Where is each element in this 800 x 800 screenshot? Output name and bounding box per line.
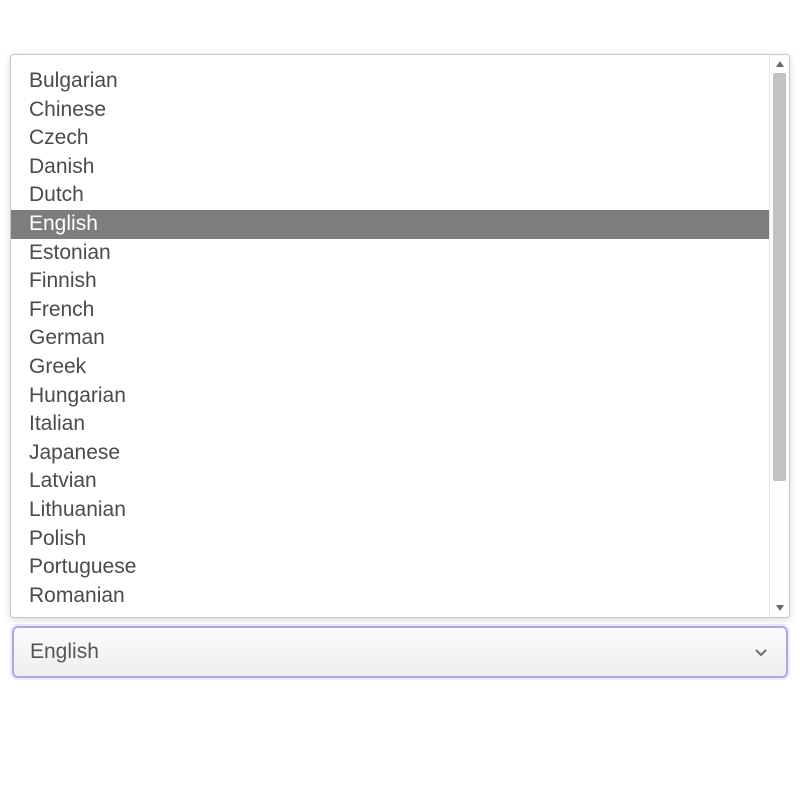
scroll-up-arrow-icon[interactable] xyxy=(770,55,789,73)
language-option[interactable]: Japanese xyxy=(11,439,769,468)
language-option[interactable]: Lithuanian xyxy=(11,496,769,525)
language-dropdown-panel[interactable]: BulgarianChineseCzechDanishDutchEnglishE… xyxy=(10,54,790,618)
language-options-list: BulgarianChineseCzechDanishDutchEnglishE… xyxy=(11,55,769,617)
language-option[interactable]: Greek xyxy=(11,353,769,382)
language-option[interactable]: Dutch xyxy=(11,181,769,210)
scrollbar-thumb[interactable] xyxy=(773,73,786,481)
language-select[interactable]: English xyxy=(12,626,788,678)
language-option[interactable]: Polish xyxy=(11,525,769,554)
language-option[interactable]: German xyxy=(11,324,769,353)
language-option[interactable]: French xyxy=(11,296,769,325)
language-option[interactable]: Estonian xyxy=(11,239,769,268)
language-option[interactable]: Latvian xyxy=(11,467,769,496)
language-option[interactable]: Danish xyxy=(11,153,769,182)
language-option[interactable]: Bulgarian xyxy=(11,67,769,96)
language-option[interactable]: English xyxy=(11,210,769,239)
language-option[interactable]: Italian xyxy=(11,410,769,439)
language-option[interactable]: Romanian xyxy=(11,582,769,611)
language-option[interactable]: Portuguese xyxy=(11,553,769,582)
scroll-down-arrow-icon[interactable] xyxy=(770,599,789,617)
chevron-down-icon xyxy=(752,643,770,661)
language-option[interactable]: Chinese xyxy=(11,96,769,125)
scrollbar-track[interactable] xyxy=(769,55,789,617)
language-option[interactable]: Czech xyxy=(11,124,769,153)
language-select-value: English xyxy=(30,640,99,664)
language-option[interactable]: Hungarian xyxy=(11,382,769,411)
language-option[interactable]: Finnish xyxy=(11,267,769,296)
